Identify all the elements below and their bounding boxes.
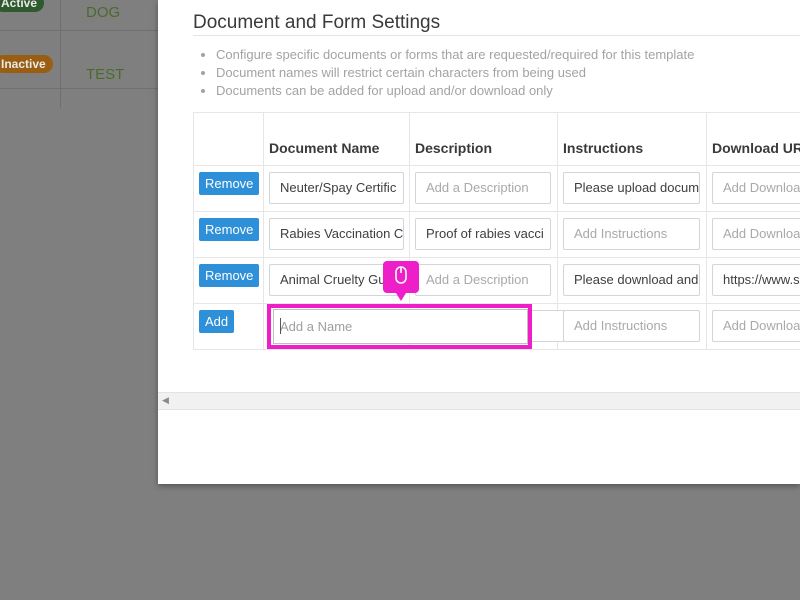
background-cell: DOG bbox=[86, 4, 121, 21]
document-name-input[interactable]: Rabies Vaccination C bbox=[269, 218, 404, 250]
instructions-input[interactable]: Add Instructions bbox=[563, 310, 700, 342]
download-url-input[interactable]: Add Downloa bbox=[712, 310, 800, 342]
remove-button[interactable]: Remove bbox=[199, 218, 260, 241]
status-badge-inactive: Inactive bbox=[0, 55, 53, 73]
add-button[interactable]: Add bbox=[199, 310, 235, 333]
table-border bbox=[193, 257, 800, 258]
download-url-input[interactable]: Add Downloa bbox=[712, 218, 800, 250]
remove-button[interactable]: Remove bbox=[199, 172, 260, 195]
table-border bbox=[193, 112, 800, 113]
description-input[interactable]: Proof of rabies vacci bbox=[415, 218, 551, 250]
focus-highlight bbox=[267, 304, 532, 349]
table-border bbox=[193, 211, 800, 212]
column-header-description: Description bbox=[415, 140, 493, 156]
column-header-download-url: Download UR bbox=[712, 140, 800, 156]
settings-notes: Configure specific documents or forms th… bbox=[216, 46, 694, 100]
table-border bbox=[193, 165, 800, 166]
title-divider bbox=[193, 35, 800, 36]
document-name-input[interactable]: Neuter/Spay Certific bbox=[269, 172, 404, 204]
download-url-input[interactable]: Add Downloa bbox=[712, 172, 800, 204]
modal-title: Document and Form Settings bbox=[193, 12, 441, 33]
table-border bbox=[706, 112, 707, 350]
background-cell: TEST bbox=[86, 66, 125, 83]
column-header-instructions: Instructions bbox=[563, 140, 644, 156]
cursor-indicator bbox=[383, 261, 419, 301]
mouse-icon bbox=[395, 266, 407, 284]
note-item: Configure specific documents or forms th… bbox=[216, 46, 694, 64]
table-border bbox=[193, 112, 194, 350]
status-badge-active: Active bbox=[0, 0, 45, 12]
note-item: Document names will restrict certain cha… bbox=[216, 64, 694, 82]
remove-button[interactable]: Remove bbox=[199, 264, 260, 287]
table-border bbox=[263, 112, 264, 350]
instructions-input[interactable]: Please download and bbox=[563, 264, 700, 296]
description-input[interactable]: Add a Description bbox=[415, 172, 551, 204]
table-border bbox=[193, 349, 800, 350]
instructions-input[interactable]: Please upload docum bbox=[563, 172, 700, 204]
note-item: Documents can be added for upload and/or… bbox=[216, 82, 694, 100]
document-settings-modal: Document and Form Settings Configure spe… bbox=[158, 0, 800, 484]
column-header-document-name: Document Name bbox=[269, 140, 380, 156]
background-column-divider bbox=[60, 0, 61, 108]
horizontal-scrollbar[interactable]: ◀ bbox=[158, 392, 800, 410]
instructions-input[interactable]: Add Instructions bbox=[563, 218, 700, 250]
scroll-left-arrow-icon[interactable]: ◀ bbox=[162, 395, 169, 406]
download-url-input[interactable]: https://www.s bbox=[712, 264, 800, 296]
description-input[interactable]: Add a Description bbox=[415, 264, 551, 296]
